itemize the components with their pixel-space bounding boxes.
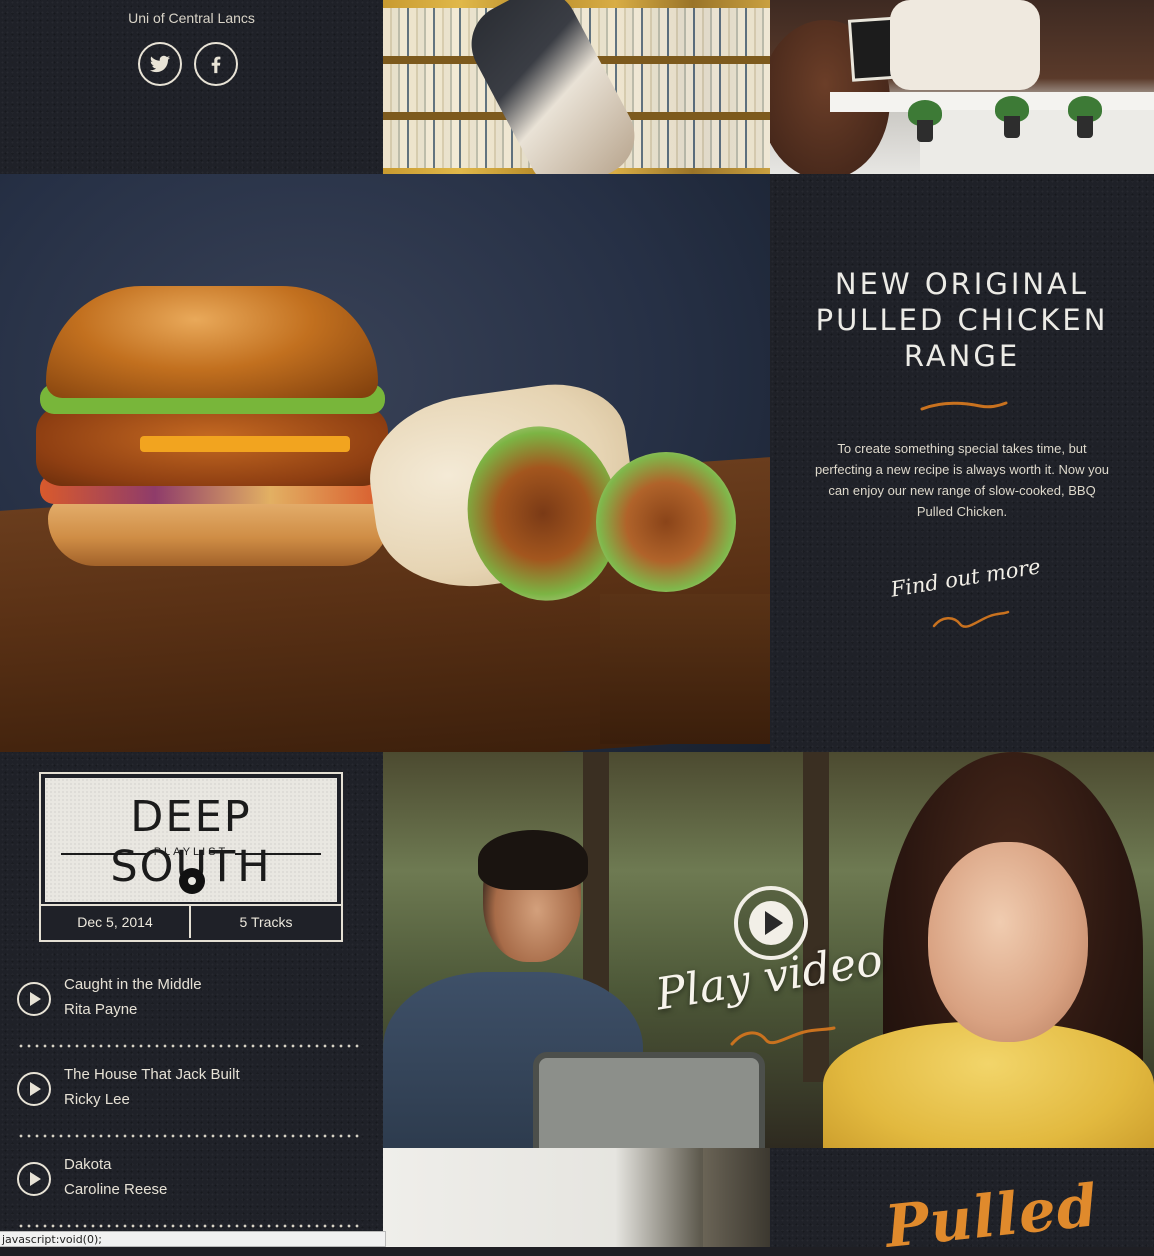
facebook-button[interactable]: [194, 42, 238, 86]
promo-title-line: RANGE: [903, 339, 1021, 373]
boy-hair: [478, 830, 588, 890]
promo-panel: NEW ORIGINAL PULLED CHICKEN RANGE To cre…: [770, 174, 1154, 752]
burger-cheese: [140, 436, 350, 452]
pulled-logo: Pulled: [882, 1171, 1102, 1256]
dotted-divider: [17, 1044, 362, 1048]
track-artist: Rita Payne: [64, 1001, 138, 1018]
swash-divider-icon: [920, 401, 1008, 411]
swash-underline-icon: [932, 610, 1010, 628]
play-icon[interactable]: [17, 982, 51, 1016]
pulled-logo-panel[interactable]: Pulled: [770, 1148, 1154, 1256]
playlist-date: Dec 5, 2014: [41, 906, 191, 938]
pulled-chicken-photo[interactable]: [0, 174, 770, 752]
play-icon[interactable]: [17, 1072, 51, 1106]
plant-pot: [917, 120, 933, 142]
promo-title-line: NEW ORIGINAL: [834, 267, 1090, 301]
dotted-divider: [17, 1134, 362, 1138]
burger-bun-top: [46, 286, 378, 398]
play-icon[interactable]: [17, 1162, 51, 1196]
playlist-panel: DEEP SOUTH PLAYLIST Dec 5, 2014 5 Tracks…: [0, 752, 383, 1256]
staff-figure: [890, 0, 1040, 90]
burger-bun-bottom: [48, 496, 390, 566]
outdoor-photo[interactable]: [383, 1148, 770, 1256]
track-title: Dakota: [64, 1156, 112, 1173]
promo-title-line: PULLED CHICKEN: [815, 303, 1109, 337]
facebook-icon: [211, 56, 221, 74]
swash-underline-icon: [730, 1026, 836, 1046]
track-item[interactable]: Dakota Caroline Reese: [17, 1156, 362, 1216]
location-label: Uni of Central Lancs: [128, 10, 255, 26]
playlist-card-header: DEEP SOUTH PLAYLIST: [45, 778, 337, 902]
playlist-card[interactable]: DEEP SOUTH PLAYLIST Dec 5, 2014 5 Tracks: [39, 772, 343, 942]
bottom-strip: [0, 1247, 1154, 1256]
track-item[interactable]: The House That Jack Built Ricky Lee: [17, 1066, 362, 1126]
wooden-board-edge: [600, 594, 770, 744]
video-player[interactable]: Play video: [383, 752, 1154, 1148]
twitter-button[interactable]: [138, 42, 182, 86]
promo-title: NEW ORIGINAL PULLED CHICKEN RANGE: [770, 266, 1154, 374]
twitter-icon: [149, 55, 171, 73]
track-title: Caught in the Middle: [64, 976, 202, 993]
wrap-half: [596, 452, 736, 592]
profile-panel: Uni of Central Lancs: [0, 0, 383, 174]
track-item[interactable]: Caught in the Middle Rita Payne: [17, 976, 362, 1036]
vinyl-record-icon: [179, 868, 205, 894]
track-artist: Caroline Reese: [64, 1181, 168, 1198]
counter-front: [920, 110, 1154, 174]
counter-photo[interactable]: [770, 0, 1154, 174]
browser-status-bar: javascript:void(0);: [0, 1231, 386, 1247]
girl-figure: [823, 1022, 1154, 1148]
counter-top: [830, 92, 1154, 112]
bus-seat: [533, 1052, 765, 1148]
plant-pot: [1077, 116, 1093, 138]
find-out-more-link[interactable]: Find out more: [889, 554, 1042, 601]
playlist-track-count: 5 Tracks: [239, 914, 293, 930]
bookshelf-photo[interactable]: [383, 0, 770, 174]
promo-description: To create something special takes time, …: [814, 441, 1110, 519]
track-artist: Ricky Lee: [64, 1091, 130, 1108]
playlist-subtitle: PLAYLIST: [153, 846, 229, 858]
girl-face: [928, 842, 1088, 1042]
plant-pot: [1004, 116, 1020, 138]
dotted-divider: [17, 1224, 362, 1228]
tree-trunk: [703, 1148, 770, 1256]
track-title: The House That Jack Built: [64, 1066, 240, 1083]
card-rule: [235, 853, 321, 855]
